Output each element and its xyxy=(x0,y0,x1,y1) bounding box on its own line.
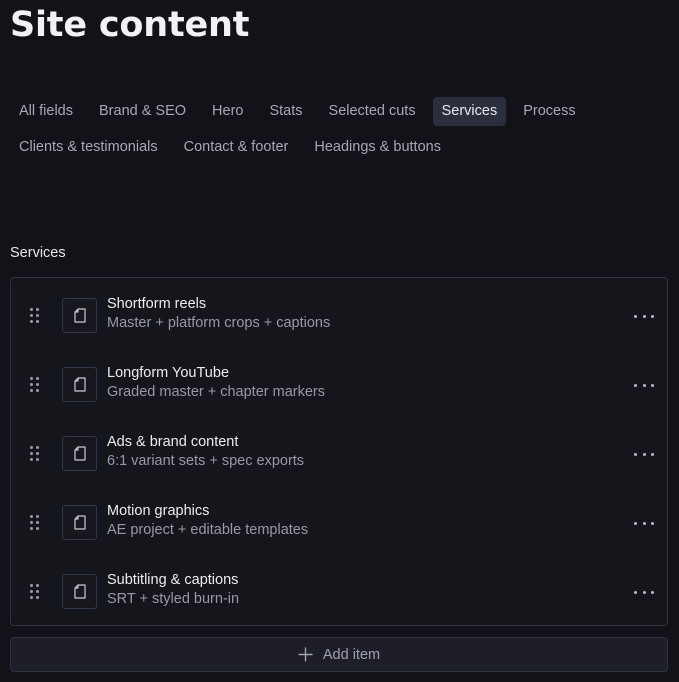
item-title: Longform YouTube xyxy=(107,365,230,381)
drag-handle-icon[interactable] xyxy=(30,515,40,531)
tab-services[interactable]: Services xyxy=(432,97,507,126)
add-item-button[interactable]: Add item xyxy=(10,637,668,672)
item-subtitle: Graded master + chapter markers xyxy=(107,384,325,400)
tab-process[interactable]: Process xyxy=(514,97,584,126)
item-title: Ads & brand content xyxy=(107,434,239,450)
tab-brand-seo[interactable]: Brand & SEO xyxy=(90,97,195,126)
list-item: Ads & brand content 6:1 variant sets + s… xyxy=(11,430,667,480)
more-horizontal-icon[interactable] xyxy=(634,308,654,324)
page-title: Site content xyxy=(10,5,250,45)
more-horizontal-icon[interactable] xyxy=(634,377,654,393)
tab-contact-footer[interactable]: Contact & footer xyxy=(175,133,298,162)
section-tabs: All fields Brand & SEO Hero Stats Select… xyxy=(10,97,650,169)
list-item: Longform YouTube Graded master + chapter… xyxy=(11,361,667,411)
tab-headings-buttons[interactable]: Headings & buttons xyxy=(305,133,450,162)
drag-handle-icon[interactable] xyxy=(30,584,40,600)
item-subtitle: SRT + styled burn-in xyxy=(107,591,240,607)
item-subtitle: 6:1 variant sets + spec exports xyxy=(107,453,305,469)
document-icon xyxy=(62,367,97,402)
item-subtitle: Master + platform crops + captions xyxy=(107,315,331,331)
more-horizontal-icon[interactable] xyxy=(634,515,654,531)
item-title: Motion graphics xyxy=(107,503,210,519)
tab-row: All fields Brand & SEO Hero Stats Select… xyxy=(10,97,650,126)
item-title: Shortform reels xyxy=(107,296,207,312)
tab-selected-cuts[interactable]: Selected cuts xyxy=(320,97,425,126)
add-item-label: Add item xyxy=(322,646,381,663)
drag-handle-icon[interactable] xyxy=(30,446,40,462)
section-label: Services xyxy=(10,245,66,261)
services-list: Shortform reels Master + platform crops … xyxy=(10,277,668,626)
plus-icon xyxy=(298,647,313,662)
tab-row: Clients & testimonials Contact & footer … xyxy=(10,133,650,162)
site-content-page: Site content All fields Brand & SEO Hero… xyxy=(0,0,679,682)
document-icon xyxy=(62,574,97,609)
drag-handle-icon[interactable] xyxy=(30,377,40,393)
drag-handle-icon[interactable] xyxy=(30,308,40,324)
tab-hero[interactable]: Hero xyxy=(203,97,252,126)
item-title: Subtitling & captions xyxy=(107,572,239,588)
list-item: Subtitling & captions SRT + styled burn-… xyxy=(11,568,667,618)
document-icon xyxy=(62,298,97,333)
more-horizontal-icon[interactable] xyxy=(634,584,654,600)
more-horizontal-icon[interactable] xyxy=(634,446,654,462)
item-subtitle: AE project + editable templates xyxy=(107,522,309,538)
document-icon xyxy=(62,505,97,540)
list-item: Shortform reels Master + platform crops … xyxy=(11,292,667,342)
tab-all-fields[interactable]: All fields xyxy=(10,97,82,126)
tab-stats[interactable]: Stats xyxy=(260,97,311,126)
tab-clients-testimonials[interactable]: Clients & testimonials xyxy=(10,133,167,162)
document-icon xyxy=(62,436,97,471)
list-item: Motion graphics AE project + editable te… xyxy=(11,499,667,549)
